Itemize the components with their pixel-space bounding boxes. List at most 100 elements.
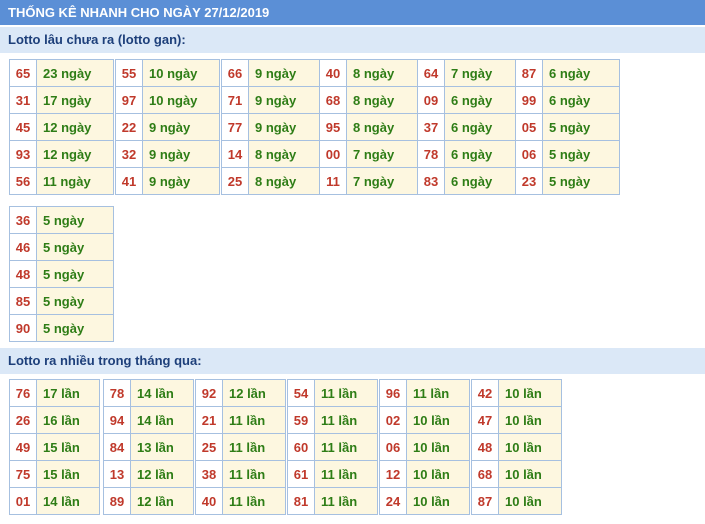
lotto-count: 5 ngày bbox=[542, 167, 620, 195]
table-row: 76 17 lần bbox=[9, 379, 100, 407]
lotto-number: 78 bbox=[417, 140, 445, 168]
lotto-number: 61 bbox=[287, 460, 315, 488]
table-row: 96 11 lần bbox=[379, 379, 470, 407]
lotto-number: 81 bbox=[287, 487, 315, 515]
lotto-count: 9 ngày bbox=[248, 113, 326, 141]
lotto-count: 10 lần bbox=[498, 406, 562, 434]
lotto-count: 9 ngày bbox=[248, 86, 326, 114]
lotto-number: 02 bbox=[379, 406, 407, 434]
lotto-number: 40 bbox=[195, 487, 223, 515]
table-row: 46 5 ngày bbox=[9, 233, 114, 261]
lotto-count: 6 ngày bbox=[444, 140, 522, 168]
lotto-nhieu-block: 54 11 lần 59 11 lần 60 11 lần 61 11 lần 81 11 lần bbox=[287, 379, 378, 515]
lotto-count: 6 ngày bbox=[444, 113, 522, 141]
lotto-number: 59 bbox=[287, 406, 315, 434]
table-row: 25 8 ngày bbox=[221, 167, 326, 195]
table-row: 48 10 lần bbox=[471, 433, 562, 461]
table-row: 55 10 ngày bbox=[115, 59, 220, 87]
lotto-number: 71 bbox=[221, 86, 249, 114]
lotto-count: 9 ngày bbox=[142, 167, 220, 195]
lotto-count: 14 lần bbox=[130, 406, 194, 434]
lotto-count: 11 lần bbox=[314, 460, 378, 488]
lotto-number: 84 bbox=[103, 433, 131, 461]
table-row: 49 15 lần bbox=[9, 433, 100, 461]
lotto-gan-block: 65 23 ngày 31 17 ngày 45 12 ngày 93 12 ngày 56 11… bbox=[9, 59, 114, 195]
lotto-number: 26 bbox=[9, 406, 37, 434]
lotto-gan-block: 55 10 ngày 97 10 ngày 22 9 ngày 32 9 ngày 41 9 ng… bbox=[115, 59, 220, 195]
lotto-number: 46 bbox=[9, 233, 37, 261]
table-row: 66 9 ngày bbox=[221, 59, 326, 87]
lotto-count: 5 ngày bbox=[542, 140, 620, 168]
lotto-number: 83 bbox=[417, 167, 445, 195]
table-row: 40 8 ngày bbox=[319, 59, 424, 87]
lotto-count: 12 lần bbox=[130, 487, 194, 515]
lotto-gan-block: 66 9 ngày 71 9 ngày 77 9 ngày 14 8 ngày 25 8 ngày bbox=[221, 59, 326, 195]
lotto-number: 76 bbox=[9, 379, 37, 407]
table-row: 84 13 lần bbox=[103, 433, 194, 461]
table-row: 81 11 lần bbox=[287, 487, 378, 515]
lotto-count: 9 ngày bbox=[248, 59, 326, 87]
lotto-number: 94 bbox=[103, 406, 131, 434]
lotto-count: 6 ngày bbox=[542, 59, 620, 87]
lotto-number: 45 bbox=[9, 113, 37, 141]
lotto-count: 23 ngày bbox=[36, 59, 114, 87]
table-row: 40 11 lần bbox=[195, 487, 286, 515]
table-row: 06 5 ngày bbox=[515, 140, 620, 168]
lotto-nhieu-block: 96 11 lần 02 10 lần 06 10 lần 12 10 lần 24 10 lần bbox=[379, 379, 470, 515]
table-row: 14 8 ngày bbox=[221, 140, 326, 168]
lotto-count: 5 ngày bbox=[36, 287, 114, 315]
lotto-count: 12 lần bbox=[222, 379, 286, 407]
lotto-number: 21 bbox=[195, 406, 223, 434]
lotto-nhieu-block: 42 10 lần 47 10 lần 48 10 lần 68 10 lần 87 10 lần bbox=[471, 379, 562, 515]
lotto-number: 49 bbox=[9, 433, 37, 461]
table-row: 26 16 lần bbox=[9, 406, 100, 434]
table-row: 77 9 ngày bbox=[221, 113, 326, 141]
table-row: 85 5 ngày bbox=[9, 287, 114, 315]
lotto-count: 11 ngày bbox=[36, 167, 114, 195]
table-row: 37 6 ngày bbox=[417, 113, 522, 141]
table-row: 90 5 ngày bbox=[9, 314, 114, 342]
lotto-number: 48 bbox=[9, 260, 37, 288]
table-row: 01 14 lần bbox=[9, 487, 100, 515]
lotto-count: 11 lần bbox=[314, 379, 378, 407]
table-row: 78 6 ngày bbox=[417, 140, 522, 168]
lotto-count: 9 ngày bbox=[142, 113, 220, 141]
table-row: 23 5 ngày bbox=[515, 167, 620, 195]
lotto-number: 68 bbox=[319, 86, 347, 114]
lotto-count: 17 ngày bbox=[36, 86, 114, 114]
lotto-count: 8 ngày bbox=[346, 86, 424, 114]
lotto-count: 11 lần bbox=[406, 379, 470, 407]
table-row: 64 7 ngày bbox=[417, 59, 522, 87]
table-row: 54 11 lần bbox=[287, 379, 378, 407]
table-row: 94 14 lần bbox=[103, 406, 194, 434]
table-row: 87 10 lần bbox=[471, 487, 562, 515]
lotto-count: 7 ngày bbox=[444, 59, 522, 87]
table-row: 92 12 lần bbox=[195, 379, 286, 407]
lotto-number: 13 bbox=[103, 460, 131, 488]
lotto-count: 6 ngày bbox=[542, 86, 620, 114]
table-row: 13 12 lần bbox=[103, 460, 194, 488]
lotto-count: 10 lần bbox=[498, 460, 562, 488]
lotto-count: 9 ngày bbox=[142, 140, 220, 168]
lotto-number: 32 bbox=[115, 140, 143, 168]
table-row: 09 6 ngày bbox=[417, 86, 522, 114]
lotto-count: 16 lần bbox=[36, 406, 100, 434]
lotto-number: 65 bbox=[9, 59, 37, 87]
lotto-number: 75 bbox=[9, 460, 37, 488]
lotto-number: 06 bbox=[515, 140, 543, 168]
lotto-count: 11 lần bbox=[314, 406, 378, 434]
lotto-number: 25 bbox=[195, 433, 223, 461]
table-row: 06 10 lần bbox=[379, 433, 470, 461]
table-row: 05 5 ngày bbox=[515, 113, 620, 141]
lotto-number: 14 bbox=[221, 140, 249, 168]
lotto-nhieu-block: 76 17 lần 26 16 lần 49 15 lần 75 15 lần 01 14 lần bbox=[9, 379, 100, 515]
table-row: 22 9 ngày bbox=[115, 113, 220, 141]
lotto-number: 31 bbox=[9, 86, 37, 114]
lotto-number: 90 bbox=[9, 314, 37, 342]
lotto-count: 11 lần bbox=[314, 433, 378, 461]
lotto-gan-block: 87 6 ngày 99 6 ngày 05 5 ngày 06 5 ngày 23 5 ngày bbox=[515, 59, 620, 195]
table-row: 61 11 lần bbox=[287, 460, 378, 488]
table-row: 38 11 lần bbox=[195, 460, 286, 488]
lotto-number: 05 bbox=[515, 113, 543, 141]
table-row: 24 10 lần bbox=[379, 487, 470, 515]
